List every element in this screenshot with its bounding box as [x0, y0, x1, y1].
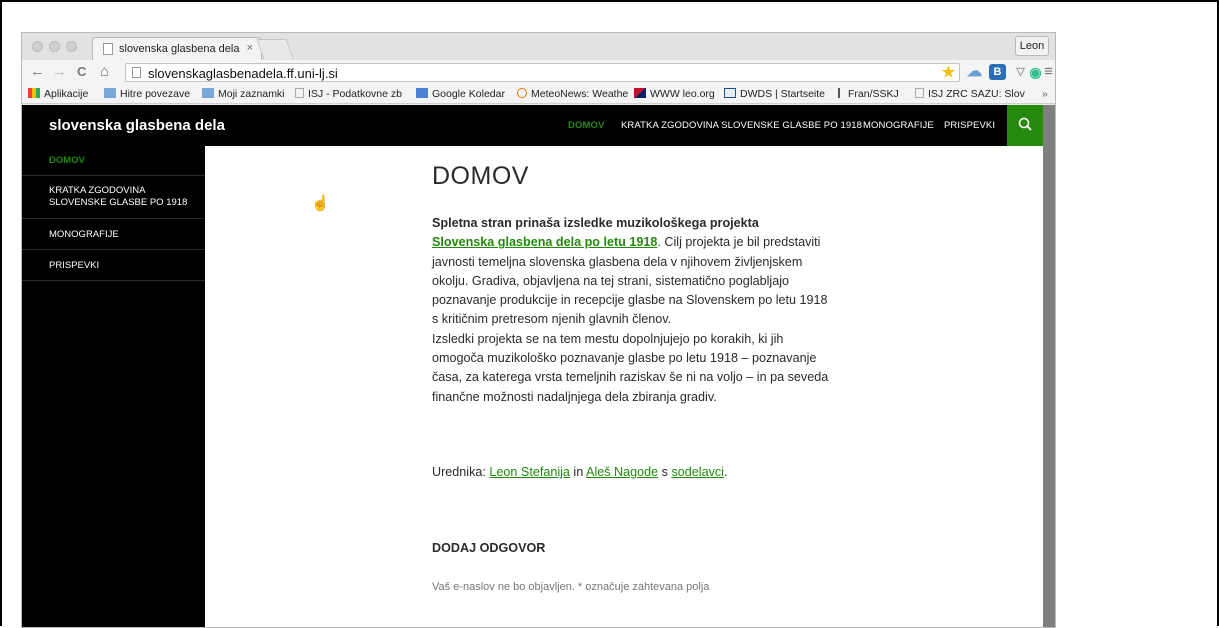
screenshot-frame: slovenska glasbena dela × Leon ← → C ⌂ s… — [0, 0, 1219, 628]
apps-icon — [28, 88, 40, 98]
page-scrollbar[interactable] — [1043, 105, 1055, 627]
reply-note: Vaš e-naslov ne bo objavljen. * označuje… — [432, 581, 710, 593]
star-icon[interactable]: ★ — [940, 65, 957, 81]
page-icon — [132, 67, 141, 78]
forward-icon[interactable]: → — [52, 63, 67, 81]
project-link[interactable]: Slovenska glasbena dela po letu 1918 — [432, 235, 657, 249]
back-icon[interactable]: ← — [30, 63, 45, 81]
bookmarks-overflow-icon[interactable]: » — [1042, 88, 1048, 100]
sidebar-item-monografije[interactable]: MONOGRAFIJE — [22, 219, 205, 250]
dwds-icon — [724, 88, 736, 98]
menu-item-prispevki[interactable]: PRISPEVKI — [944, 120, 995, 131]
sidebar-item-label: KRATKA ZGODOVINA — [49, 185, 146, 196]
bookmark-hitre-povezave[interactable]: Hitre povezave — [104, 88, 190, 100]
weather-icon — [517, 88, 527, 98]
bookmark-label: DWDS | Startseite — [740, 88, 825, 100]
bookmark-leo[interactable]: WWW leo.org — [634, 88, 715, 100]
url-text: slovenskaglasbenadela.ff.uni-lj.si — [148, 66, 338, 81]
editors-connector: s — [658, 465, 672, 479]
browser-window: slovenska glasbena dela × Leon ← → C ⌂ s… — [21, 32, 1056, 628]
bookmark-label: Hitre povezave — [120, 88, 191, 100]
collaborators-link[interactable]: sodelavci — [671, 465, 724, 479]
menu-icon[interactable]: ≡ — [1040, 64, 1055, 80]
bookmark-label: Moji zaznamki — [218, 88, 285, 100]
sidebar-item-label: MONOGRAFIJE — [49, 229, 119, 240]
page-title: DOMOV — [432, 162, 529, 190]
paragraph-text: Izsledki projekta se na tem mestu dopoln… — [432, 331, 829, 404]
calendar-icon — [416, 88, 428, 98]
profile-button[interactable]: Leon — [1015, 36, 1049, 56]
menu-item-monografije[interactable]: MONOGRAFIJE — [863, 120, 934, 131]
cloud-icon[interactable]: ☁ — [966, 64, 983, 80]
web-page: slovenska glasbena dela DOMOV KRATKA ZGO… — [22, 105, 1043, 627]
reply-heading: DODAJ ODGOVOR — [432, 541, 546, 555]
bookmark-label: Aplikacije — [44, 88, 89, 100]
sidebar: DOMOV KRATKA ZGODOVINA SLOVENSKE GLASBE P… — [22, 146, 205, 627]
bookmark-isj-podatkovne[interactable]: ISJ - Podatkovne zb — [295, 88, 402, 100]
bookmark-moji-zaznamki[interactable]: Moji zaznamki — [202, 88, 285, 100]
bookmark-label: ISJ ZRC SAZU: Slov — [928, 88, 1025, 100]
f-icon — [838, 88, 844, 98]
site-title[interactable]: slovenska glasbena dela — [49, 117, 225, 134]
bookmark-google-koledar[interactable]: Google Koledar — [416, 88, 505, 100]
zoom-window-icon[interactable] — [66, 41, 77, 52]
minimize-window-icon[interactable] — [49, 41, 60, 52]
bookmark-fran[interactable]: Fran/SSKJ — [838, 88, 899, 100]
bookmark-meteonews[interactable]: MeteoNews: Weathe — [517, 88, 628, 100]
bookmark-label: WWW leo.org — [650, 88, 715, 100]
tab-active[interactable]: slovenska glasbena dela × — [92, 37, 262, 60]
editor-link-stefanija[interactable]: Leon Stefanija — [489, 465, 570, 479]
bookmark-dwds[interactable]: DWDS | Startseite — [724, 88, 825, 100]
site-header: slovenska glasbena dela DOMOV KRATKA ZGO… — [22, 105, 1043, 146]
bookmarks-bar: Aplikacije Hitre povezave Moji zaznamki … — [22, 85, 1055, 104]
page-icon — [915, 88, 924, 98]
editors-line: Urednika: Leon Stefanija in Aleš Nagode … — [432, 465, 727, 479]
page-icon — [295, 88, 304, 98]
editors-period: . — [723, 465, 728, 479]
bookmark-label: MeteoNews: Weathe — [531, 88, 629, 100]
sidebar-item-label: SLOVENSKE GLASBE PO 1918 — [49, 197, 188, 208]
folder-icon — [202, 88, 214, 98]
editor-link-nagode[interactable]: Aleš Nagode — [586, 465, 658, 479]
sidebar-item-kratka-zgodovina[interactable]: KRATKA ZGODOVINA SLOVENSKE GLASBE PO 1918 — [22, 176, 205, 219]
close-window-icon[interactable] — [32, 41, 43, 52]
sidebar-item-label: PRISPEVKI — [49, 260, 100, 271]
bookmark-aplikacije[interactable]: Aplikacije — [28, 88, 88, 100]
editors-connector: in — [569, 465, 587, 479]
browser-toolbar: ← → C ⌂ slovenskaglasbenadela.ff.uni-lj.… — [22, 60, 1055, 85]
page-icon — [103, 43, 113, 55]
hand-cursor-icon: ☝ — [311, 195, 330, 212]
bookmark-label: Google Koledar — [432, 88, 505, 100]
bookmark-label: Fran/SSKJ — [848, 88, 899, 100]
flag-icon — [634, 88, 646, 98]
address-bar[interactable]: slovenskaglasbenadela.ff.uni-lj.si ★ — [125, 63, 960, 82]
intro-heading: Spletna stran prinaša izsledke muzikološ… — [432, 216, 759, 230]
tab-strip: slovenska glasbena dela × Leon — [22, 33, 1055, 60]
reload-icon[interactable]: C — [77, 63, 86, 81]
b-extension-icon[interactable]: B — [989, 64, 1006, 80]
new-tab-button[interactable] — [256, 39, 294, 59]
home-icon[interactable]: ⌂ — [100, 63, 109, 81]
editors-label: Urednika: — [432, 465, 490, 479]
article-body: Spletna stran prinaša izsledke muzikološ… — [432, 214, 837, 407]
search-icon — [1018, 117, 1032, 131]
tab-close-icon[interactable]: × — [247, 42, 253, 54]
menu-item-domov[interactable]: DOMOV — [568, 120, 604, 131]
search-button[interactable] — [1007, 105, 1043, 146]
sidebar-item-prispevki[interactable]: PRISPEVKI — [22, 250, 205, 281]
bookmark-label: ISJ - Podatkovne zb — [308, 88, 402, 100]
bookmark-isj-zrc[interactable]: ISJ ZRC SAZU: Slov — [915, 88, 1025, 100]
tab-title: slovenska glasbena dela — [119, 43, 240, 55]
folder-icon — [104, 88, 116, 98]
menu-item-kratka-zgodovina[interactable]: KRATKA ZGODOVINA SLOVENSKE GLASBE PO 191… — [621, 120, 862, 131]
sidebar-item-label: DOMOV — [49, 155, 85, 166]
sidebar-item-domov[interactable]: DOMOV — [22, 146, 205, 176]
